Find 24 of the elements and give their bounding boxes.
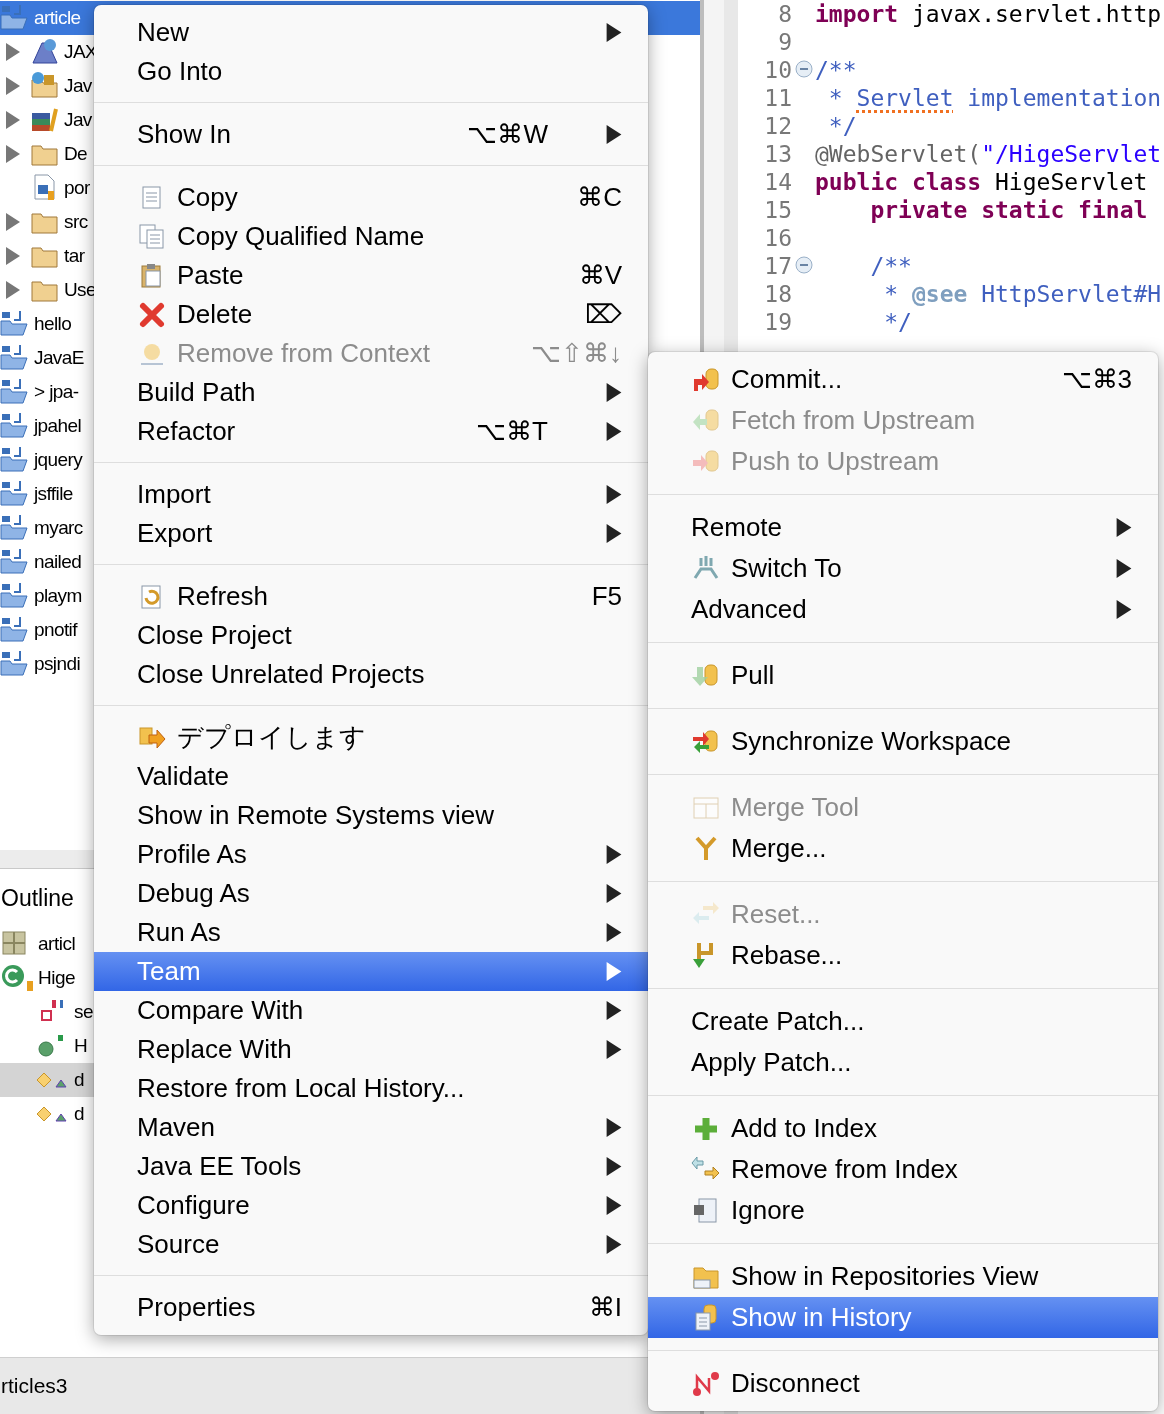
line-number: 8 (777, 1, 792, 27)
code-line: * @see HttpServlet#H (883, 281, 1162, 307)
line-number: 19 (763, 309, 792, 335)
line-number: 12 (763, 113, 792, 139)
line-number: 11 (763, 85, 792, 111)
code-line: private static final (869, 197, 1149, 223)
line-number: 10 (763, 57, 792, 83)
code-line: import javax.servlet.http (815, 1, 1162, 27)
code-line: */ (883, 309, 913, 335)
code-line: * Servlet implementation (827, 85, 1162, 111)
panel-title: Outline (1, 884, 74, 912)
line-number: 13 (763, 141, 792, 167)
code-line: */ (827, 113, 858, 139)
line-number: 17 (763, 253, 792, 279)
code-line: @WebServlet("/HigeServlet (815, 141, 1162, 167)
line-number: 15 (763, 197, 792, 223)
status-text: rticles3 (1, 1374, 68, 1398)
line-number: 18 (763, 281, 792, 307)
code-line: /** (869, 253, 913, 279)
code-line: public class HigeServlet (815, 169, 1149, 195)
line-number: 14 (763, 169, 792, 195)
line-number: 16 (763, 225, 792, 251)
line-number: 9 (777, 29, 792, 55)
code-line: /** (815, 57, 858, 83)
